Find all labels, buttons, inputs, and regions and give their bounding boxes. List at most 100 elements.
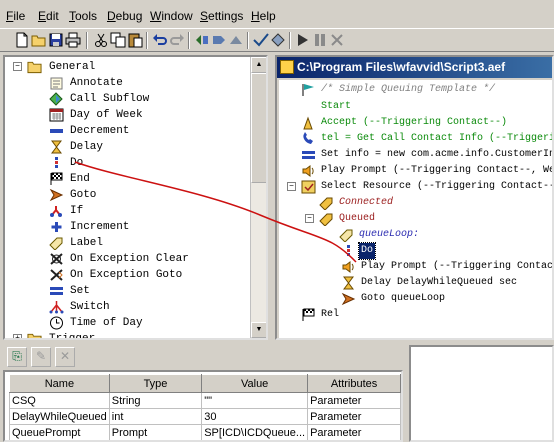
step-out-icon[interactable] <box>228 32 244 48</box>
menu-debug[interactable]: Debug <box>107 9 142 23</box>
add-variable-icon: ⎘ <box>12 349 22 363</box>
redo-icon[interactable] <box>169 32 185 48</box>
cell-attributes[interactable]: Parameter <box>307 424 401 440</box>
add-variable-button[interactable]: ⎘ <box>7 347 27 367</box>
equals-icon <box>50 287 63 295</box>
palette-item-label: On Exception Clear <box>70 253 189 265</box>
cut-icon[interactable] <box>93 32 109 48</box>
cell-value[interactable]: "" <box>201 392 309 409</box>
validate-icon[interactable] <box>253 32 269 48</box>
folder-icon <box>27 333 42 338</box>
new-file-icon[interactable] <box>14 32 30 48</box>
menu-help[interactable]: Help <box>251 9 276 23</box>
menu-settings[interactable]: Settings <box>200 9 243 23</box>
cell-type[interactable]: int <box>108 408 203 425</box>
palette-item-label: Decrement <box>70 125 130 137</box>
scroll-up-arrow[interactable]: ▲ <box>251 57 266 73</box>
step-into-icon[interactable] <box>194 32 210 48</box>
script-connected-text: Connected <box>339 197 394 208</box>
toolbar-separator <box>146 32 148 49</box>
branch-tag-icon <box>319 213 333 226</box>
call-subflow-icon <box>49 92 63 106</box>
menu-tools[interactable]: Tools <box>69 9 97 23</box>
cell-type[interactable]: String <box>108 392 203 409</box>
palette-item-label: Switch <box>70 301 110 313</box>
properties-panel[interactable] <box>409 345 554 442</box>
palette-group-label: General <box>49 61 96 73</box>
minus-icon <box>50 129 63 133</box>
script-comment-text: /* Simple Queuing Template */ <box>321 84 496 95</box>
script-get-call-text: tel = Get Call Contact Info (--Triggeri <box>321 133 554 144</box>
cell-name[interactable]: DelayWhileQueued <box>9 408 110 425</box>
expand-icon[interactable]: + <box>13 334 22 338</box>
clock-icon <box>50 316 63 330</box>
cell-value[interactable]: 30 <box>201 408 309 425</box>
goto-icon <box>49 188 64 202</box>
palette-item-label: Day of Week <box>70 109 143 121</box>
column-header-attributes[interactable]: Attributes <box>307 374 401 393</box>
column-header-value[interactable]: Value <box>201 374 309 393</box>
script-goto-text: Goto queueLoop <box>361 293 446 304</box>
delete-icon: ✕ <box>59 349 71 363</box>
main-toolbar <box>0 28 554 52</box>
open-folder-icon[interactable] <box>31 32 47 48</box>
table-row[interactable]: QueuePrompt Prompt SP[ICD\ICDQueue... Pa… <box>9 424 401 440</box>
label-tag-icon <box>49 237 63 250</box>
menu-window[interactable]: Window <box>150 9 193 23</box>
debug-start-icon[interactable] <box>270 32 286 48</box>
goto-icon <box>341 292 356 306</box>
column-header-name[interactable]: Name <box>9 374 110 393</box>
toolbar-separator <box>86 32 88 49</box>
menu-edit[interactable]: Edit <box>38 9 59 23</box>
pause-icon[interactable] <box>312 32 328 48</box>
collapse-icon[interactable]: − <box>305 214 314 223</box>
collapse-icon[interactable]: − <box>287 182 296 191</box>
designer-title: C:\Program Files\wfavvid\Script3.aef <box>297 60 506 74</box>
column-header-type[interactable]: Type <box>108 374 203 393</box>
variables-grid-panel: Name Type Value Attributes CSQ String ""… <box>3 370 403 442</box>
stop-icon[interactable] <box>329 32 345 48</box>
table-row[interactable]: DelayWhileQueued int 30 Parameter <box>9 408 401 425</box>
cell-attributes[interactable]: Parameter <box>307 392 401 409</box>
step-over-icon[interactable] <box>211 32 227 48</box>
edit-variable-button[interactable]: ✎ <box>31 347 51 367</box>
cell-name[interactable]: QueuePrompt <box>9 424 110 440</box>
menu-file[interactable]: File <box>6 9 25 23</box>
undo-icon[interactable] <box>152 32 168 48</box>
plus-icon <box>51 222 62 232</box>
copy-icon[interactable] <box>110 32 126 48</box>
branch-tag-icon <box>319 197 333 210</box>
scroll-thumb[interactable] <box>251 73 266 183</box>
save-icon[interactable] <box>48 32 64 48</box>
paste-icon[interactable] <box>127 32 143 48</box>
designer-title-bar[interactable]: C:\Program Files\wfavvid\Script3.aef <box>277 57 552 78</box>
cell-type[interactable]: Prompt <box>108 424 203 440</box>
annotate-flag-icon <box>302 84 314 96</box>
speaker-icon <box>342 261 354 273</box>
print-icon[interactable] <box>65 32 81 48</box>
palette-item-label: Do <box>70 157 84 169</box>
script-delay-text: Delay DelayWhileQueued sec <box>361 277 518 288</box>
script-set-info-text: Set info = new com.acme.info.CustomerIn <box>321 149 554 160</box>
accept-icon <box>303 116 313 130</box>
select-resource-icon <box>301 180 316 194</box>
collapse-icon[interactable]: − <box>13 62 22 71</box>
delete-variable-button[interactable]: ✕ <box>55 347 75 367</box>
menu-bar: File Edit Tools Debug Window Settings He… <box>0 0 554 28</box>
table-row[interactable]: CSQ String "" Parameter <box>9 392 401 409</box>
script-step-comment[interactable]: /* Simple Queuing Template */ <box>283 82 552 98</box>
toolbar-separator <box>247 32 249 49</box>
cell-value[interactable]: SP[ICD\ICDQueue... <box>201 424 309 440</box>
palette-item-label: Set <box>70 285 90 297</box>
cell-name[interactable]: CSQ <box>9 392 110 409</box>
hourglass-icon <box>51 140 62 154</box>
palette-item-label: Label <box>70 237 104 249</box>
palette-scrollbar[interactable]: ▲ ▼ <box>250 57 266 338</box>
script-canvas[interactable]: /* Simple Queuing Template */ Start Acce… <box>279 80 554 338</box>
checkered-flag-icon <box>302 308 315 321</box>
palette-item-label: Delay <box>70 141 104 153</box>
scroll-down-arrow[interactable]: ▼ <box>251 322 266 338</box>
run-icon[interactable] <box>295 32 311 48</box>
cell-attributes[interactable]: Parameter <box>307 408 401 425</box>
palette-item-label: End <box>70 173 90 185</box>
